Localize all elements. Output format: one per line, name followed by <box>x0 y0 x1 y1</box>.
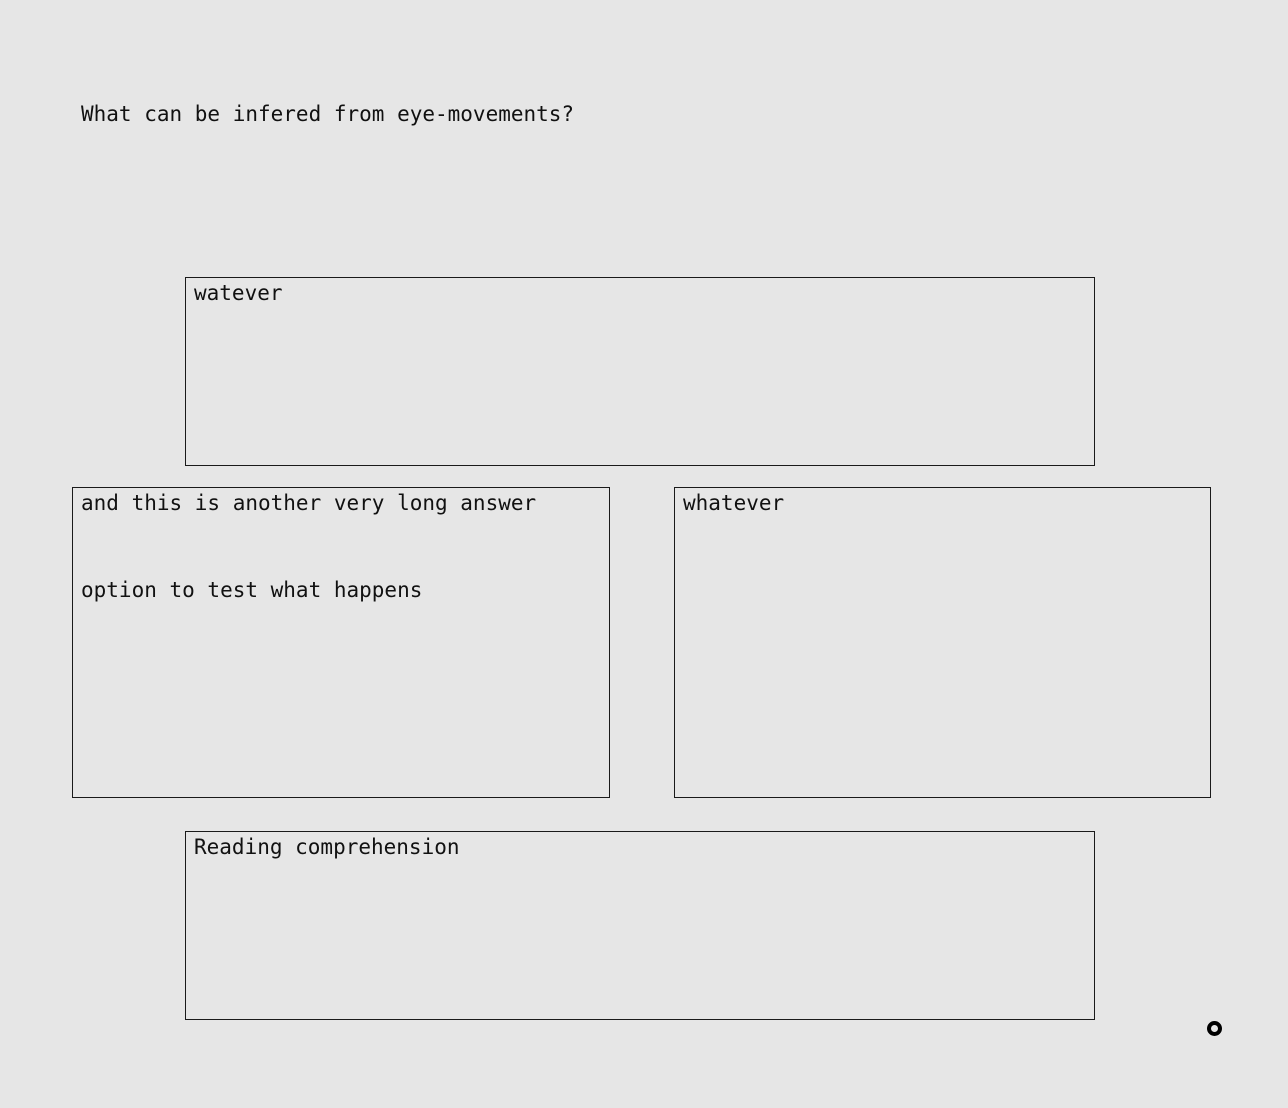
answer-option-whatever[interactable]: whatever <box>674 487 1211 798</box>
answer-option-label: and this is another very long answer opt… <box>81 460 536 634</box>
answer-option-reading-comprehension[interactable]: Reading comprehension <box>185 831 1095 1020</box>
answer-option-label: Reading comprehension <box>194 835 460 859</box>
question-text: What can be infered from eye-movements? <box>81 102 575 126</box>
answer-option-label: watever <box>194 281 283 305</box>
gaze-cursor-icon <box>1207 1021 1222 1036</box>
answer-line-2: option to test what happens <box>81 578 423 602</box>
answer-line-1: and this is another very long answer <box>81 491 537 515</box>
answer-option-watever[interactable]: watever <box>185 277 1095 466</box>
answer-option-label: whatever <box>683 491 785 515</box>
answer-option-long-answer[interactable]: and this is another very long answer opt… <box>72 487 610 798</box>
